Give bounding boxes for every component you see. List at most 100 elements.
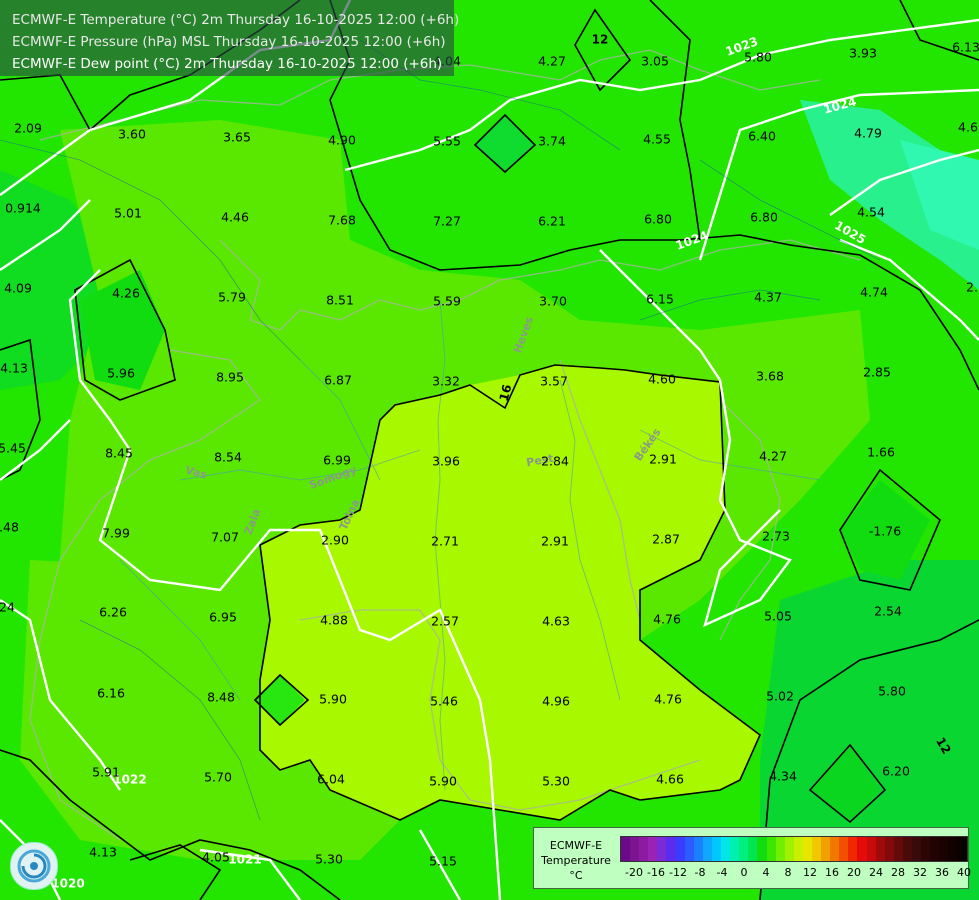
value-label: 3.60 [118,127,146,142]
value-label: 4.6 [958,120,978,135]
value-label: 3.74 [538,134,566,149]
legend-swatch [857,837,867,861]
legend-tick-label: 40 [957,866,971,879]
value-label: 5.59 [433,294,461,309]
legend-tick-label: -20 [625,866,643,879]
value-label: 5.05 [764,609,792,624]
legend-swatch [821,837,831,861]
legend-swatch [902,837,912,861]
legend-swatch [648,837,658,861]
legend-swatch [639,837,649,861]
value-label: 2. [966,280,978,295]
value-label: 4.60 [648,372,676,387]
legend-swatch [630,837,640,861]
legend-swatch [830,837,840,861]
value-label: 5.80 [744,50,772,65]
swirl-icon [17,849,51,883]
value-label: 5.90 [319,692,347,707]
value-label: 5.45 [0,441,26,456]
value-label: 4.74 [860,285,888,300]
value-label: 6.99 [323,453,351,468]
value-label: 7.99 [102,526,130,541]
legend-tick-label: -16 [647,866,665,879]
legend-swatch [657,837,667,861]
legend-swatch [948,837,958,861]
value-label: 4.46 [221,210,249,225]
value-label: 5.96 [107,366,135,381]
legend-tick-label: 36 [935,866,949,879]
legend-swatch [757,837,767,861]
value-label: 4.63 [542,614,570,629]
value-label: 4.34 [769,769,797,784]
value-label: 2.54 [874,604,902,619]
value-label: .48 [0,520,19,535]
value-label: 5.46 [430,694,458,709]
value-label: 4.13 [0,361,28,376]
value-label: 3.32 [432,374,460,389]
value-label: 3.70 [539,294,567,309]
value-label: 4.96 [542,694,570,709]
value-label: 4.54 [857,205,885,220]
value-label: 3.96 [432,454,460,469]
value-label: 2.91 [541,534,569,549]
isobar-label: 1021 [228,853,261,867]
map-title-panel: ECMWF-E Temperature (°C) 2m Thursday 16-… [0,0,459,76]
legend-swatch [748,837,758,861]
value-label: 4.26 [112,286,140,301]
legend-tick-label: 8 [784,866,792,879]
legend-tick-label: 24 [869,866,883,879]
value-label: 5.80 [878,684,906,699]
value-label: 3.65 [223,130,251,145]
legend-swatch [621,837,631,861]
legend-swatch [939,837,949,861]
dewpoint-title: ECMWF-E Dew point (°C) 2m Thursday 16-10… [12,56,443,72]
value-label: 6.13 [952,40,979,55]
value-label: 6.20 [882,764,910,779]
value-label: 3.93 [849,46,877,61]
value-label: 8.54 [214,450,242,465]
value-label: 4.88 [320,613,348,628]
value-label: 7.07 [211,530,239,545]
legend-swatch [739,837,749,861]
pressure-title: ECMWF-E Pressure (hPa) MSL Thursday 16-1… [12,34,446,50]
legend-ticks: -20 -16 -12 -8 -4 0 4 8 12 16 20 24 28 32 36 40 [620,866,971,880]
legend-swatch [866,837,876,861]
value-label: 5.01 [114,206,142,221]
legend-swatch [893,837,903,861]
isotherm-label: 12 [592,33,609,47]
value-label: 4.90 [328,133,356,148]
value-label: 4.27 [538,54,566,69]
value-label: 8.51 [326,293,354,308]
legend-swatch [802,837,812,861]
value-label: 2.73 [762,529,790,544]
provider-logo [10,842,58,890]
legend-swatch [666,837,676,861]
legend-unit: °C [569,869,583,882]
value-label: 2.91 [649,452,677,467]
legend-title-line: Temperature [541,854,611,867]
value-label: 3.68 [756,369,784,384]
value-label: 4.27 [759,449,787,464]
legend-swatch [721,837,731,861]
legend-tick-label: 0 [740,866,748,879]
value-label: 5.30 [315,852,343,867]
value-label: 4.37 [754,290,782,305]
value-label: 3.05 [641,54,669,69]
value-label: 2.09 [14,121,42,136]
value-label: 7.68 [328,213,356,228]
legend-swatch [848,837,858,861]
value-label: 5.15 [429,854,457,869]
value-label: 24 [0,600,15,615]
legend-swatch [930,837,940,861]
legend-swatch [730,837,740,861]
value-label: 4.13 [89,845,117,860]
legend-swatch [839,837,849,861]
value-label: 2.84 [541,454,569,469]
value-label: 5.79 [218,290,246,305]
legend-tick-label: 20 [847,866,861,879]
value-label: 7.27 [433,214,461,229]
value-label: 2.85 [863,365,891,380]
legend-swatch [921,837,931,861]
legend-swatch [775,837,785,861]
value-label: 6.95 [209,610,237,625]
